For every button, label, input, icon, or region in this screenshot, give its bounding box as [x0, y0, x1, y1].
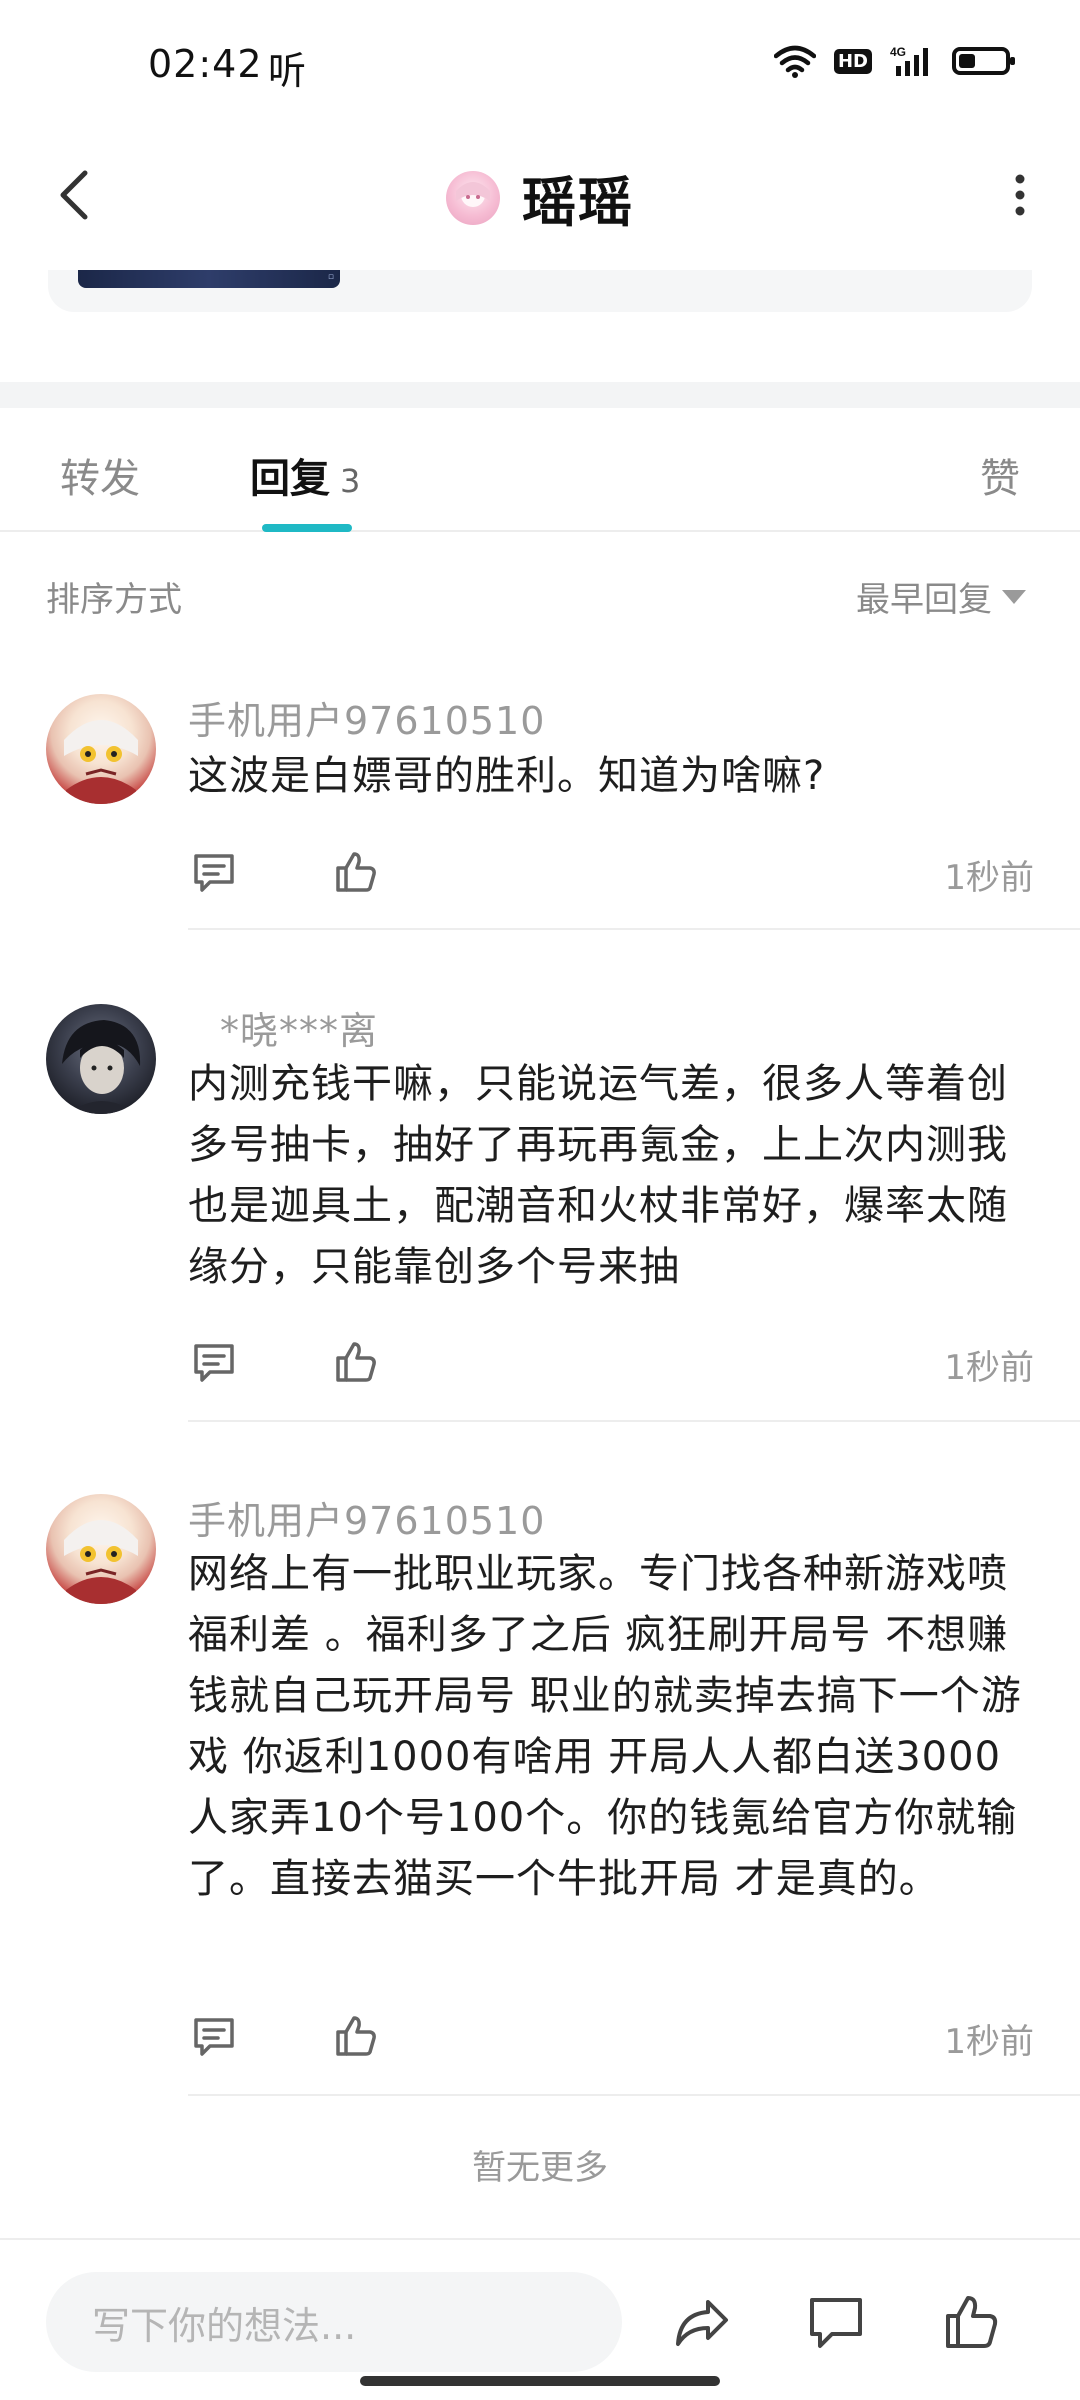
hd-badge: HD — [833, 48, 872, 74]
comment-time: 1秒前 — [944, 1348, 1034, 1388]
commenter-avatar[interactable] — [46, 1494, 156, 1604]
battery-icon — [952, 47, 1015, 75]
more-vertical-icon — [1015, 174, 1025, 216]
thumbs-up-icon[interactable] — [332, 848, 380, 896]
more-options-button[interactable] — [990, 160, 1050, 230]
status-time: 02:42 — [148, 42, 263, 86]
post-image-thumbnail: ▫ — [78, 270, 340, 288]
tab-bar: 转发 回复 3 赞 — [0, 408, 1080, 532]
share-icon[interactable] — [672, 2292, 732, 2352]
bottom-action-bar: 写下你的想法... — [0, 2238, 1080, 2400]
comment-actions: 1秒前 — [188, 2004, 1034, 2064]
thumbs-up-icon[interactable] — [332, 1338, 380, 1386]
thumbs-up-icon[interactable] — [942, 2292, 1002, 2352]
commenter-name[interactable]: 手机用户97610510 — [188, 690, 545, 745]
comment-item: 手机用户97610510 这波是白嫖哥的胜利。知道为啥嘛? 1秒前 — [0, 690, 1080, 930]
comment-actions: 1秒前 — [188, 1330, 1034, 1390]
tab-replies-label: 回复 — [250, 456, 330, 502]
wifi-icon — [773, 45, 816, 78]
avatar-image-icon — [62, 1020, 141, 1114]
status-icons: HD 4G — [773, 44, 1015, 78]
no-more-indicator: 暂无更多 — [472, 2148, 608, 2188]
svg-text:4G: 4G — [890, 45, 906, 59]
comment-text: 这波是白嫖哥的胜利。知道为啥嘛? — [188, 753, 826, 799]
commenter-avatar[interactable] — [46, 694, 156, 804]
comment-divider — [188, 928, 1080, 930]
tab-likes[interactable]: 赞 — [980, 446, 1020, 504]
commenter-avatar[interactable] — [46, 1004, 156, 1114]
sort-dropdown[interactable]: 最早回复 — [856, 572, 1026, 621]
comment-time: 1秒前 — [944, 2022, 1034, 2062]
thumbs-up-icon[interactable] — [332, 2012, 380, 2060]
comment-item: *晓***离 内测充钱干嘛，只能说运气差，很多人等着创多号抽卡，抽好了再玩再氪金… — [0, 1000, 1080, 1422]
commenter-name[interactable]: 手机用户97610510 — [188, 1490, 545, 1545]
status-app-indicator: 听 — [268, 49, 307, 93]
comment-divider — [188, 1420, 1080, 1422]
avatar-image-icon — [456, 181, 490, 207]
home-indicator — [360, 2376, 720, 2386]
tab-replies[interactable]: 回复 3 — [250, 446, 360, 504]
sort-row: 排序方式 最早回复 — [0, 560, 1080, 630]
section-separator — [0, 382, 1080, 408]
signal-icon: 4G — [890, 45, 928, 76]
comment-input[interactable]: 写下你的想法... — [46, 2272, 622, 2372]
post-card-remnant[interactable]: ▫ — [48, 270, 1032, 312]
reply-icon[interactable] — [190, 848, 238, 896]
comment-time: 1秒前 — [944, 858, 1034, 898]
sort-label: 排序方式 — [46, 580, 182, 620]
avatar-image-icon — [64, 1520, 138, 1604]
comment-text: 内测充钱干嘛，只能说运气差，很多人等着创多号抽卡，抽好了再玩再氪金，上上次内测我… — [188, 1061, 1008, 1290]
tab-forward[interactable]: 转发 — [60, 446, 140, 504]
comment-icon[interactable] — [806, 2292, 866, 2352]
image-watermark-icon: ▫ — [327, 272, 334, 282]
comment-text: 网络上有一批职业玩家。专门找各种新游戏喷福利差 。福利多了之后 疯狂刷开局号 不… — [188, 1551, 1022, 1902]
sort-value: 最早回复 — [856, 580, 992, 620]
header-title-group: 瑶瑶 — [0, 158, 1080, 237]
caret-down-icon — [1002, 589, 1026, 604]
comment-divider — [188, 2094, 1080, 2096]
page-title: 瑶瑶 — [522, 171, 634, 234]
comment-input-placeholder: 写下你的想法... — [92, 2303, 357, 2348]
author-avatar[interactable] — [446, 170, 500, 225]
reply-icon[interactable] — [190, 2012, 238, 2060]
active-tab-indicator — [262, 524, 352, 532]
comment-item: 手机用户97610510 网络上有一批职业玩家。专门找各种新游戏喷福利差 。福利… — [0, 1490, 1080, 2100]
commenter-name[interactable]: *晓***离 — [220, 1000, 378, 1055]
top-nav-bar: 瑶瑶 — [0, 130, 1080, 260]
avatar-image-icon — [64, 720, 138, 804]
comment-actions: 1秒前 — [188, 840, 1034, 900]
status-bar: 02:42 听 HD 4G — [0, 0, 1080, 130]
tab-replies-count: 3 — [340, 462, 361, 500]
reply-icon[interactable] — [190, 1338, 238, 1386]
reply-detail-page: 02:42 听 HD 4G 瑶瑶 ▫ 转发 回复 3 赞 排序方式 最早回复 手… — [0, 0, 1080, 2400]
